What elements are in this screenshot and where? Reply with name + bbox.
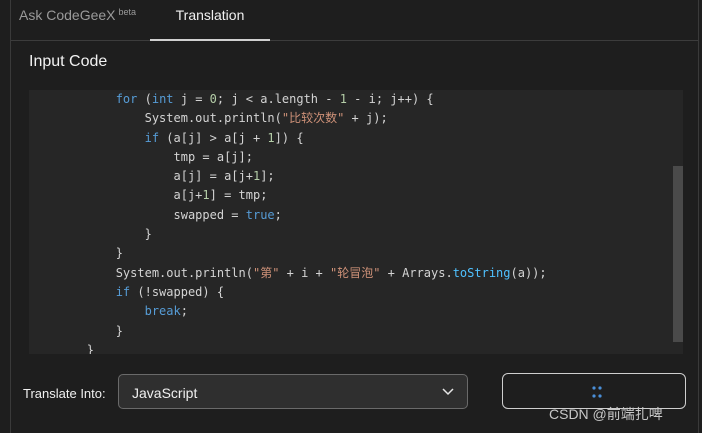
vertical-scrollbar[interactable] xyxy=(673,166,683,342)
target-language-select[interactable]: JavaScript xyxy=(118,374,468,409)
tab-translation[interactable]: Translation xyxy=(150,0,270,41)
code-line: a[j+1] = tmp; xyxy=(29,188,268,203)
active-tab-indicator xyxy=(150,39,270,41)
tab-ask-codegeex[interactable]: Ask CodeGeeX beta xyxy=(19,0,136,40)
code-line: } xyxy=(29,342,95,354)
code-line: tmp = a[j]; xyxy=(29,149,253,164)
code-line: System.out.println("比较次数" + j); xyxy=(29,111,388,126)
code-line: System.out.println("第" + i + "轮冒泡" + Arr… xyxy=(29,265,547,280)
chevron-down-icon xyxy=(442,388,454,396)
code-line: if (a[j] > a[j + 1]) { xyxy=(144,130,304,145)
code-line: } xyxy=(29,246,123,261)
tab-ask-label: Ask CodeGeeX xyxy=(19,7,116,23)
code-line: } xyxy=(29,227,152,242)
tab-translation-label: Translation xyxy=(175,7,245,23)
tab-bar: Ask CodeGeeX beta Translation xyxy=(11,0,698,41)
loading-spinner-icon xyxy=(592,386,602,398)
code-content: for (int j = 0; j < a.length - 1 - i; j+… xyxy=(29,90,547,354)
translate-into-label: Translate Into: xyxy=(23,386,106,401)
selected-language: JavaScript xyxy=(132,385,198,401)
code-line: swapped = true; xyxy=(29,207,282,222)
code-line: break; xyxy=(144,304,188,319)
code-line: for (int j = 0; j < a.length - 1 - i; j+… xyxy=(115,92,434,106)
beta-badge: beta xyxy=(118,7,137,17)
input-code-title: Input Code xyxy=(29,53,108,70)
code-line: } xyxy=(29,323,123,338)
code-line: a[j] = a[j+1]; xyxy=(29,169,275,184)
csdn-watermark: CSDN @前端扎啤 xyxy=(549,406,663,422)
code-line: if (!swapped) { xyxy=(115,284,225,299)
code-editor[interactable]: for (int j = 0; j < a.length - 1 - i; j+… xyxy=(29,90,683,354)
